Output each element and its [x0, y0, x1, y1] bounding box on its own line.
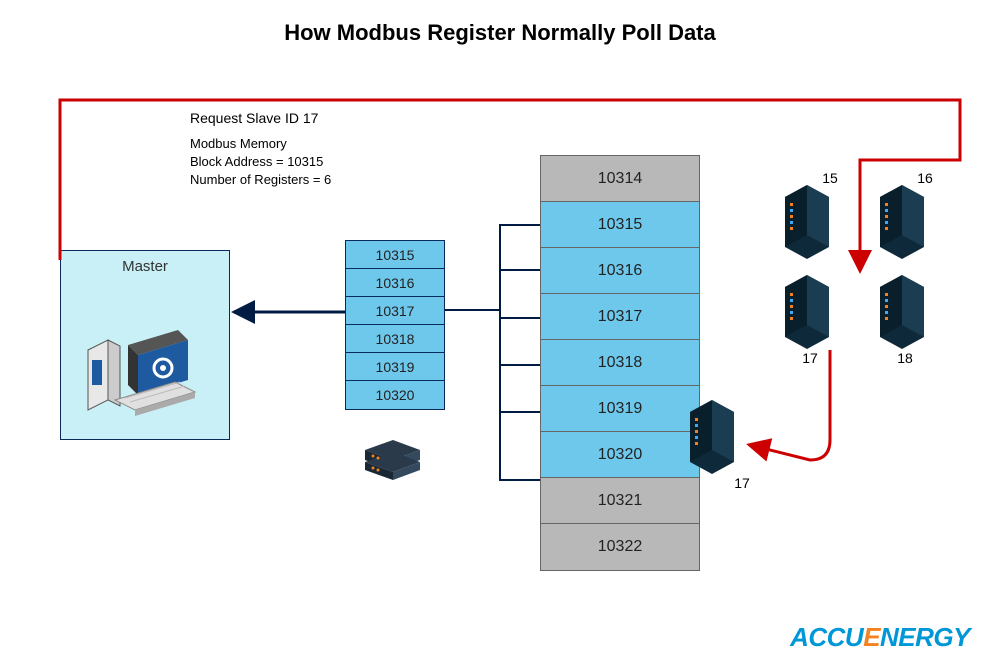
rack-label: 17 [790, 350, 830, 366]
rack-label: 17 [722, 475, 762, 491]
register-cell: 10321 [541, 478, 699, 524]
register-cell: 10315 [541, 202, 699, 248]
large-register-block: 10314 10315 10316 10317 10318 10319 1032… [540, 155, 700, 571]
memory-line: Number of Registers = 6 [190, 171, 331, 189]
register-cell: 10318 [346, 325, 444, 353]
rack-label: 15 [810, 170, 850, 186]
server-rack-icon [880, 275, 930, 350]
register-cell: 10317 [541, 294, 699, 340]
page-title: How Modbus Register Normally Poll Data [0, 20, 1000, 46]
register-cell: 10318 [541, 340, 699, 386]
server-rack-icon [785, 275, 835, 350]
logo-part: NERGY [880, 622, 970, 652]
register-cell: 10319 [541, 386, 699, 432]
server-rack-icon [785, 185, 835, 260]
logo-part: ACCU [790, 622, 863, 652]
stacked-device-icon [365, 440, 420, 480]
master-computer-icon [80, 320, 220, 430]
request-slave-label: Request Slave ID 17 [190, 110, 318, 126]
register-cell: 10314 [541, 156, 699, 202]
accuenergy-logo: ACCUENERGY [790, 622, 970, 653]
register-cell: 10315 [346, 241, 444, 269]
register-cell: 10319 [346, 353, 444, 381]
register-cell: 10320 [346, 381, 444, 409]
register-cell: 10317 [346, 297, 444, 325]
server-rack-icon [690, 400, 740, 475]
logo-part: E [863, 622, 880, 652]
rack-label: 18 [885, 350, 925, 366]
small-register-block: 10315 10316 10317 10318 10319 10320 [345, 240, 445, 410]
memory-line: Block Address = 10315 [190, 153, 331, 171]
rack-label: 16 [905, 170, 945, 186]
master-label: Master [60, 258, 230, 275]
register-cell: 10322 [541, 524, 699, 570]
modbus-memory-info: Modbus Memory Block Address = 10315 Numb… [190, 135, 331, 190]
server-rack-icon [880, 185, 930, 260]
register-cell: 10320 [541, 432, 699, 478]
register-cell: 10316 [541, 248, 699, 294]
register-cell: 10316 [346, 269, 444, 297]
memory-line: Modbus Memory [190, 135, 331, 153]
